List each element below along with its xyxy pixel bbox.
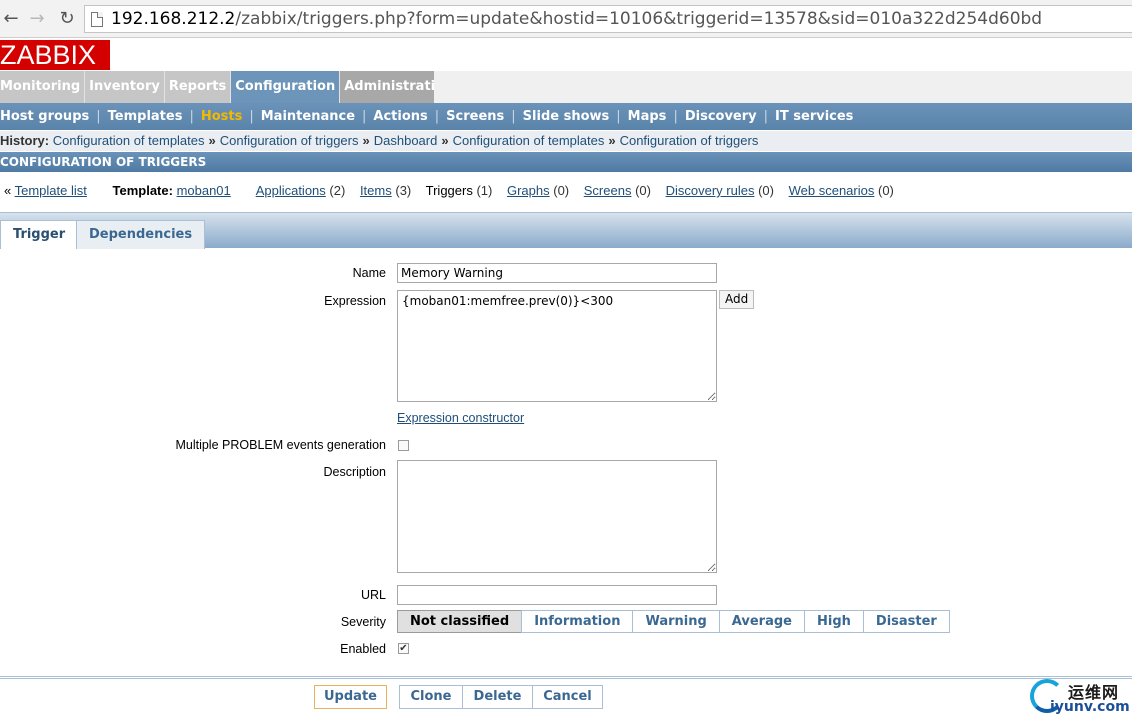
submenu-actions[interactable]: Actions	[373, 109, 427, 124]
page-icon	[91, 12, 103, 27]
submenu-it-services[interactable]: IT services	[775, 109, 853, 124]
history-link[interactable]: Configuration of triggers	[620, 133, 759, 148]
back-icon: «	[4, 183, 12, 198]
history-separator: »	[441, 133, 449, 148]
browser-toolbar: ← → ↻ 192.168.212.2/zabbix/triggers.php?…	[0, 0, 1132, 38]
update-button[interactable]: Update	[314, 685, 387, 709]
template-list-link[interactable]: Template list	[15, 183, 87, 198]
add-expression-button[interactable]: Add	[719, 290, 755, 309]
cancel-button[interactable]: Cancel	[532, 685, 603, 709]
delete-button[interactable]: Delete	[462, 685, 533, 709]
submenu-maintenance[interactable]: Maintenance	[261, 109, 355, 124]
severity-disaster[interactable]: Disaster	[862, 610, 950, 633]
menu-inventory[interactable]: Inventory	[85, 71, 165, 103]
severity-warning[interactable]: Warning	[632, 610, 720, 633]
history-link[interactable]: Configuration of triggers	[220, 133, 359, 148]
submenu-separator: |	[673, 109, 678, 124]
submenu-separator: |	[249, 109, 254, 124]
description-label: Description	[323, 465, 386, 479]
submenu-separator: |	[434, 109, 440, 124]
clone-button[interactable]: Clone	[399, 685, 463, 709]
url-path: /zabbix/triggers.php?form=update&hostid=…	[235, 9, 1043, 29]
discovery-rules-count: (0)	[758, 183, 774, 198]
submenu-separator: |	[763, 109, 769, 124]
submenu-discovery[interactable]: Discovery	[685, 109, 757, 124]
expression-textarea[interactable]: {moban01:memfree.prev(0)}<300	[397, 290, 717, 402]
submenu-hosts[interactable]: Hosts	[201, 109, 243, 124]
triggers-count: (1)	[476, 183, 493, 198]
watermark-bottom-text: iyunv.com	[1050, 699, 1130, 715]
severity-not-classified[interactable]: Not classified	[397, 610, 523, 633]
address-bar[interactable]: 192.168.212.2/zabbix/triggers.php?form=u…	[84, 5, 1132, 33]
severity-high[interactable]: High	[804, 610, 864, 633]
triggers-label: Triggers	[425, 183, 473, 198]
history-separator: »	[362, 133, 370, 148]
menu-monitoring[interactable]: Monitoring	[0, 71, 86, 103]
submenu-separator: |	[616, 109, 621, 124]
enabled-label: Enabled	[340, 642, 386, 656]
history-link[interactable]: Configuration of templates	[453, 133, 605, 148]
expression-label: Expression	[324, 294, 386, 308]
forward-arrow-icon[interactable]: →	[26, 8, 48, 30]
history-separator: »	[608, 133, 616, 148]
url-label: URL	[360, 588, 386, 602]
web-scenarios-link[interactable]: Web scenarios	[789, 183, 875, 198]
name-input[interactable]	[397, 263, 717, 283]
zabbix-logo[interactable]: ZABBIX	[0, 40, 110, 70]
submenu-templates[interactable]: Templates	[108, 109, 183, 124]
menu-configuration[interactable]: Configuration	[231, 71, 341, 103]
submenu-separator: |	[189, 109, 194, 124]
applications-link[interactable]: Applications	[256, 183, 326, 198]
watermark: 运维网 iyunv.com	[1028, 675, 1132, 717]
severity-average[interactable]: Average	[718, 610, 805, 633]
submenu-separator: |	[511, 109, 516, 124]
history-link[interactable]: Configuration of templates	[53, 133, 205, 148]
history-breadcrumb: History: Configuration of templates» Conf…	[0, 131, 1132, 151]
history-separator: »	[208, 133, 216, 148]
url-host: 192.168.212.2	[111, 9, 236, 29]
menu-reports[interactable]: Reports	[164, 71, 232, 103]
multiple-events-label: Multiple PROBLEM events generation	[175, 438, 386, 452]
history-link[interactable]: Dashboard	[374, 133, 438, 148]
description-textarea[interactable]	[397, 460, 717, 573]
submenu-maps[interactable]: Maps	[628, 109, 667, 124]
tab-dependencies[interactable]: Dependencies	[76, 220, 206, 249]
severity-selector: Not classified Information Warning Avera…	[397, 610, 950, 633]
expression-constructor-link[interactable]: Expression constructor	[397, 411, 524, 425]
name-label: Name	[352, 266, 386, 280]
back-arrow-icon[interactable]: ←	[0, 8, 22, 30]
multiple-events-checkbox[interactable]	[398, 440, 409, 451]
reload-icon[interactable]: ↻	[56, 8, 78, 30]
main-menu: Monitoring Inventory Reports Configurati…	[0, 71, 459, 103]
screens-count: (0)	[635, 183, 651, 198]
checkmark-icon: ✔	[399, 643, 408, 654]
items-link[interactable]: Items	[360, 183, 392, 198]
screens-link[interactable]: Screens	[584, 183, 632, 198]
items-count: (3)	[395, 183, 412, 198]
graphs-count: (0)	[553, 183, 570, 198]
severity-information[interactable]: Information	[521, 610, 634, 633]
web-scenarios-count: (0)	[877, 183, 894, 198]
template-label: Template:	[112, 183, 173, 198]
page-title: CONFIGURATION OF TRIGGERS	[0, 152, 1132, 172]
submenu-separator: |	[362, 109, 367, 124]
applications-count: (2)	[329, 183, 346, 198]
tab-trigger[interactable]: Trigger	[0, 220, 79, 249]
url-input[interactable]	[397, 585, 717, 605]
submenu-separator: |	[96, 109, 101, 124]
enabled-checkbox[interactable]: ✔	[398, 643, 409, 654]
template-name-link[interactable]: moban01	[177, 183, 231, 198]
sub-menu: Host groups | Templates | Hosts | Mainte…	[0, 103, 1132, 130]
template-object-nav: « Template list Template: moban01 Applic…	[0, 176, 1132, 206]
form-footer-divider	[0, 676, 1132, 679]
history-label: History:	[0, 133, 50, 148]
discovery-rules-link[interactable]: Discovery rules	[666, 183, 755, 198]
main-menu-filler	[434, 71, 1132, 103]
submenu-host-groups[interactable]: Host groups	[0, 109, 89, 124]
severity-label: Severity	[340, 615, 386, 629]
submenu-screens[interactable]: Screens	[446, 109, 504, 124]
tab-bar: Trigger Dependencies	[0, 212, 1132, 249]
submenu-slide-shows[interactable]: Slide shows	[523, 109, 610, 124]
graphs-link[interactable]: Graphs	[507, 183, 550, 198]
